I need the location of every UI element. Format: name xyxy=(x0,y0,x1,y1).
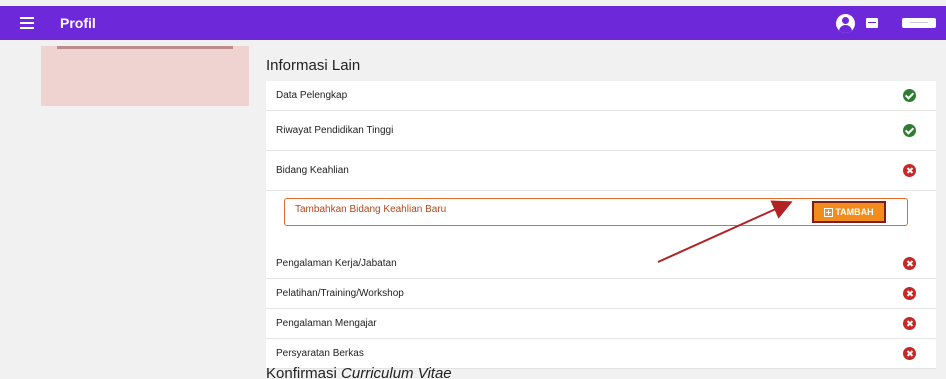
list-item-pelatihan[interactable]: Pelatihan/Training/Workshop xyxy=(266,279,936,309)
list-item-label: Bidang Keahlian xyxy=(276,165,349,176)
hamburger-menu-icon[interactable] xyxy=(20,17,34,29)
account-circle-icon[interactable] xyxy=(836,14,855,33)
add-bidang-keahlian-box: Tambahkan Bidang Keahlian Baru TAMBAH xyxy=(284,198,908,226)
list-item-label: Pengalaman Mengajar xyxy=(276,318,377,329)
check-circle-icon xyxy=(903,89,916,102)
konfirmasi-prefix: Konfirmasi xyxy=(266,365,342,379)
x-circle-icon xyxy=(903,164,916,177)
x-circle-icon xyxy=(903,257,916,270)
page-title: Profil xyxy=(60,15,96,31)
list-item-label: Pelatihan/Training/Workshop xyxy=(276,288,404,299)
informasi-lain-list: Data Pelengkap Riwayat Pendidikan Tinggi… xyxy=(266,81,936,369)
tambah-button[interactable]: TAMBAH xyxy=(812,201,886,223)
user-menu-button[interactable] xyxy=(902,18,936,28)
x-circle-icon xyxy=(903,347,916,360)
profile-card xyxy=(41,46,249,106)
add-bidang-keahlian-panel: Tambahkan Bidang Keahlian Baru TAMBAH xyxy=(266,191,936,249)
konfirmasi-italic: Curriculum Vitae xyxy=(341,365,452,379)
plus-square-icon xyxy=(824,207,834,217)
list-item-pengalaman-mengajar[interactable]: Pengalaman Mengajar xyxy=(266,309,936,339)
add-panel-label: Tambahkan Bidang Keahlian Baru xyxy=(295,204,447,215)
profile-card-strip xyxy=(57,46,233,49)
tambah-button-label: TAMBAH xyxy=(835,207,874,217)
list-item-pengalaman-kerja[interactable]: Pengalaman Kerja/Jabatan xyxy=(266,249,936,279)
top-app-bar: Profil xyxy=(0,6,946,40)
check-circle-icon xyxy=(903,124,916,137)
section-title-informasi-lain: Informasi Lain xyxy=(266,57,361,74)
x-circle-icon xyxy=(903,317,916,330)
section-title-konfirmasi: Konfirmasi Curriculum Vitae xyxy=(266,365,452,379)
list-item-label: Riwayat Pendidikan Tinggi xyxy=(276,125,394,136)
x-circle-icon xyxy=(903,287,916,300)
list-item-label: Data Pelengkap xyxy=(276,90,348,101)
list-item-data-pelengkap[interactable]: Data Pelengkap xyxy=(266,81,936,111)
notification-icon[interactable] xyxy=(866,18,878,28)
list-item-label: Persyaratan Berkas xyxy=(276,348,364,359)
list-item-label: Pengalaman Kerja/Jabatan xyxy=(276,258,397,269)
list-item-bidang-keahlian[interactable]: Bidang Keahlian xyxy=(266,151,936,191)
list-item-riwayat-pendidikan[interactable]: Riwayat Pendidikan Tinggi xyxy=(266,111,936,151)
